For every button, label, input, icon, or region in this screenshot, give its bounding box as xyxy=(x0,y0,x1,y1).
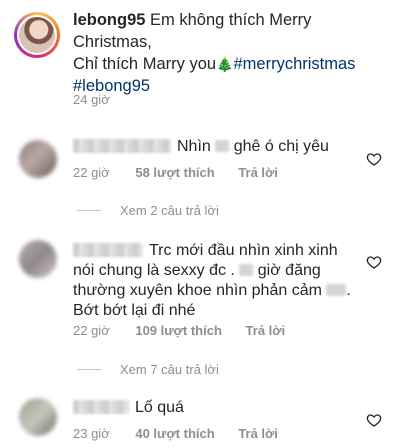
caption-text-2: Christmas, xyxy=(73,33,152,51)
post-author-avatar[interactable] xyxy=(14,12,60,58)
comment-meta: 22 giờ 109 lượt thích Trả lời xyxy=(73,323,285,338)
comment-time: 22 giờ xyxy=(73,165,110,180)
replies-divider xyxy=(77,369,101,370)
replies-divider xyxy=(77,210,101,211)
caption-timestamp: 24 giờ xyxy=(73,92,110,107)
comment-text: Lố quá xyxy=(73,398,373,418)
reply-button[interactable]: Trả lời xyxy=(238,165,278,180)
comment-time: 23 giờ xyxy=(73,426,110,441)
hashtag-merrychristmas[interactable]: #merrychristmas xyxy=(233,55,355,73)
avatar-photo xyxy=(19,17,55,53)
comment-text: Nhìn ghê ó chị yêu xyxy=(73,137,373,157)
comment-time: 22 giờ xyxy=(73,323,110,338)
commenter-username[interactable] xyxy=(73,139,171,153)
comment-text: Trc mới đầu nhìn xinh xinh nói chung là … xyxy=(73,242,351,319)
commenter-username[interactable] xyxy=(73,243,143,257)
censored-word xyxy=(239,264,254,276)
comment-likes[interactable]: 40 lượt thích xyxy=(135,426,214,441)
comment-likes[interactable]: 58 lượt thích xyxy=(135,165,214,180)
censored-word xyxy=(326,284,347,296)
heart-outline-icon[interactable] xyxy=(366,254,382,270)
commenter-avatar[interactable] xyxy=(19,140,57,178)
christmas-tree-icon: 🎄 xyxy=(216,56,234,72)
view-replies-link[interactable]: Xem 7 câu trả lời xyxy=(120,362,219,377)
commenter-username[interactable] xyxy=(73,400,129,414)
commenter-avatar[interactable] xyxy=(19,398,57,436)
caption-text-1: Em không thích Merry xyxy=(150,11,312,29)
view-replies-link[interactable]: Xem 2 câu trả lời xyxy=(120,203,219,218)
caption-username[interactable]: lebong95 xyxy=(73,11,145,29)
comment-meta: 23 giờ 40 lượt thích Trả lời xyxy=(73,426,278,441)
censored-word xyxy=(215,140,230,152)
comment-meta: 22 giờ 58 lượt thích Trả lời xyxy=(73,165,278,180)
comment-likes[interactable]: 109 lượt thích xyxy=(135,323,222,338)
caption-text-3: Chỉ thích Marry you xyxy=(73,55,217,73)
reply-button[interactable]: Trả lời xyxy=(238,426,278,441)
commenter-avatar[interactable] xyxy=(19,240,57,278)
heart-outline-icon[interactable] xyxy=(366,412,382,428)
heart-outline-icon[interactable] xyxy=(366,151,382,167)
post-caption: lebong95 Em không thích Merry Christmas,… xyxy=(73,9,393,97)
reply-button[interactable]: Trả lời xyxy=(246,323,286,338)
